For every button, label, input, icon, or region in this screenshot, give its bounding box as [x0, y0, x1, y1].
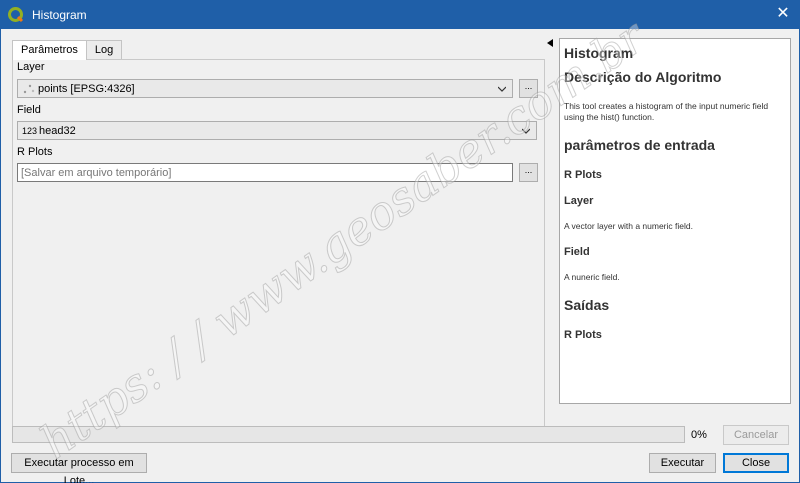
layer-combobox[interactable]: points [EPSG:4326]	[17, 79, 513, 98]
run-button[interactable]: Executar	[649, 453, 716, 473]
layer-value: points [EPSG:4326]	[38, 82, 135, 95]
layer-label: Layer	[17, 61, 45, 73]
help-param-field-desc: A nuneric field.	[564, 272, 620, 282]
point-layer-icon	[23, 84, 35, 93]
help-param-field: Field	[564, 246, 590, 258]
help-description-heading: Descrição do Algoritmo	[564, 69, 722, 85]
help-param-layer: Layer	[564, 195, 594, 207]
tab-parametros[interactable]: Parâmetros	[12, 40, 87, 60]
qgis-logo-icon	[8, 6, 24, 22]
rplots-output-input[interactable]	[18, 164, 512, 181]
parameters-panel: Layer points [EPSG:4326] ... Field 123 h…	[12, 59, 545, 432]
cancel-button[interactable]: Cancelar	[723, 425, 789, 445]
batch-process-button[interactable]: Executar processo em Lote...	[11, 453, 147, 483]
rplots-label: R Plots	[17, 146, 53, 158]
field-label: Field	[17, 104, 41, 116]
help-title: Histogram	[564, 45, 634, 61]
progress-percent: 0%	[691, 429, 707, 441]
numeric-field-icon: 123	[22, 125, 38, 136]
help-panel: Histogram Descrição do Algoritmo This to…	[559, 38, 791, 404]
field-value: head32	[39, 124, 76, 137]
help-param-layer-desc: A vector layer with a numeric field.	[564, 221, 693, 231]
tab-bar: Parâmetros Log	[12, 40, 123, 60]
help-params-heading: parâmetros de entrada	[564, 137, 715, 153]
rplots-output-field[interactable]	[17, 163, 513, 182]
field-combobox[interactable]: 123 head32	[17, 121, 537, 140]
help-output-rplots: R Plots	[564, 329, 602, 341]
window-title: Histogram	[32, 7, 87, 22]
tab-log[interactable]: Log	[85, 40, 123, 59]
chevron-down-icon	[522, 128, 530, 134]
close-button[interactable]: Close	[723, 453, 789, 473]
progress-bar	[12, 426, 685, 443]
help-outputs-heading: Saídas	[564, 297, 610, 313]
close-window-icon[interactable]: ✕	[774, 5, 792, 23]
help-description-text: This tool creates a histogram of the inp…	[564, 101, 769, 122]
dialog-body: Parâmetros Log Layer points [EPSG:4326] …	[0, 29, 800, 483]
chevron-down-icon	[498, 86, 506, 92]
title-bar: Histogram ✕	[0, 0, 800, 29]
rplots-browse-button[interactable]: ...	[519, 163, 538, 182]
layer-options-button[interactable]: ...	[519, 79, 538, 98]
help-param-rplots: R Plots	[564, 169, 602, 181]
collapse-help-icon[interactable]	[547, 39, 553, 47]
